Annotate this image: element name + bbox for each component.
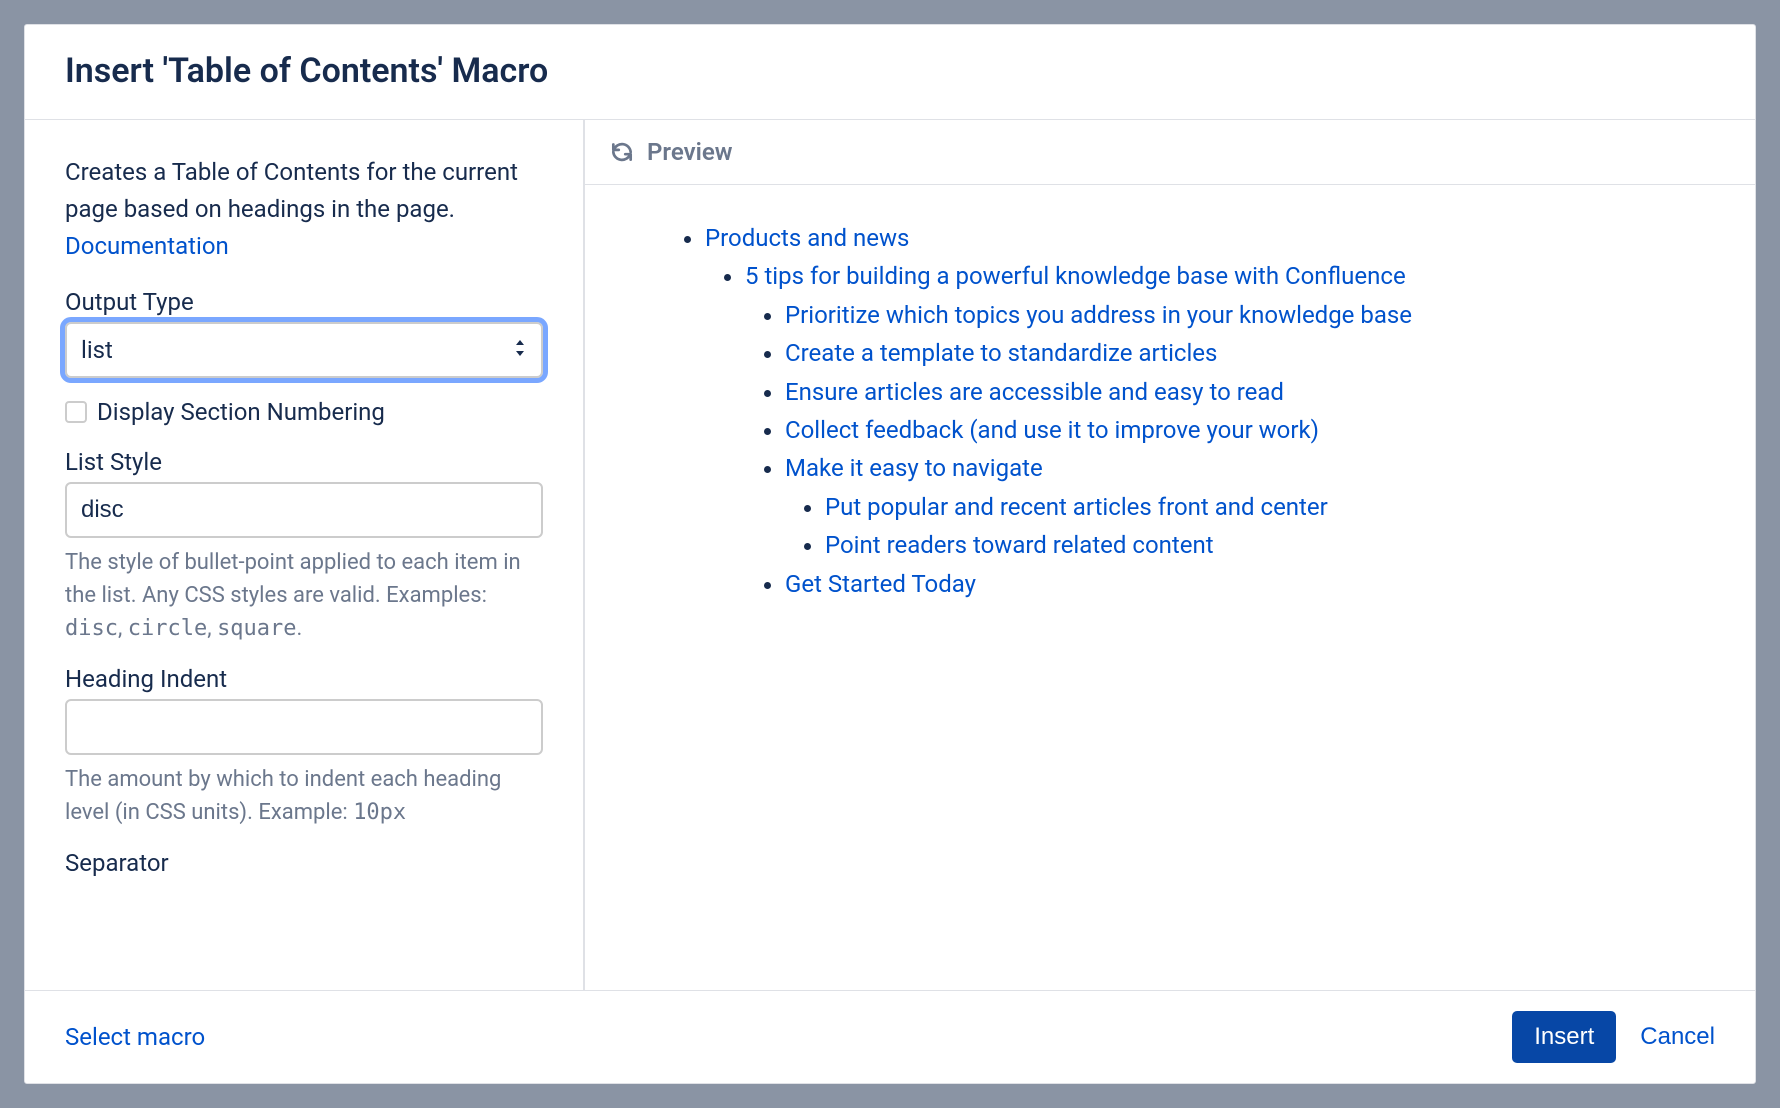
dialog-header: Insert 'Table of Contents' Macro (25, 25, 1755, 120)
list-style-input[interactable] (65, 482, 543, 538)
description-text: Creates a Table of Contents for the curr… (65, 158, 518, 223)
output-type-value: list (81, 336, 113, 364)
output-type-label: Output Type (65, 288, 543, 316)
macro-dialog: Insert 'Table of Contents' Macro Creates… (24, 24, 1756, 1084)
cancel-button[interactable]: Cancel (1640, 1023, 1715, 1051)
toc-item: Ensure articles are accessible and easy … (785, 373, 1731, 411)
toc-link[interactable]: Ensure articles are accessible and easy … (785, 378, 1284, 406)
preview-pane: Preview Products and news 5 tips for bui… (585, 120, 1755, 990)
toc-item: Products and news 5 tips for building a … (705, 219, 1731, 603)
list-style-group: List Style The style of bullet-point app… (65, 448, 543, 645)
config-pane: Creates a Table of Contents for the curr… (25, 120, 585, 990)
preview-content: Products and news 5 tips for building a … (585, 185, 1755, 990)
insert-button[interactable]: Insert (1512, 1011, 1616, 1063)
toc-link[interactable]: 5 tips for building a powerful knowledge… (745, 262, 1406, 290)
dialog-body: Creates a Table of Contents for the curr… (25, 120, 1755, 990)
select-macro-link[interactable]: Select macro (65, 1023, 205, 1051)
preview-header: Preview (585, 120, 1755, 185)
toc-item: Collect feedback (and use it to improve … (785, 411, 1731, 449)
separator-group: Separator (65, 849, 543, 877)
list-style-label: List Style (65, 448, 543, 476)
output-type-group: Output Type list (65, 288, 543, 378)
toc-item: Get Started Today (785, 565, 1731, 603)
toc-link[interactable]: Prioritize which topics you address in y… (785, 301, 1412, 329)
output-type-select-wrapper: list (65, 322, 543, 378)
documentation-link[interactable]: Documentation (65, 232, 229, 260)
toc-item: 5 tips for building a powerful knowledge… (745, 257, 1731, 603)
toc-link[interactable]: Get Started Today (785, 570, 976, 598)
footer-left: Select macro (65, 1023, 205, 1051)
refresh-icon[interactable] (609, 139, 635, 165)
toc-item: Create a template to standardize article… (785, 334, 1731, 372)
toc-link[interactable]: Collect feedback (and use it to improve … (785, 416, 1319, 444)
dialog-footer: Select macro Insert Cancel (25, 990, 1755, 1083)
toc-item: Point readers toward related content (825, 526, 1731, 564)
toc-link[interactable]: Put popular and recent articles front an… (825, 493, 1328, 521)
toc-item: Prioritize which topics you address in y… (785, 296, 1731, 334)
toc-item: Put popular and recent articles front an… (825, 488, 1731, 526)
section-numbering-label: Display Section Numbering (97, 398, 385, 426)
footer-right: Insert Cancel (1512, 1011, 1715, 1063)
list-style-help: The style of bullet-point applied to eac… (65, 546, 543, 645)
section-numbering-checkbox[interactable] (65, 401, 87, 423)
macro-description: Creates a Table of Contents for the curr… (65, 154, 543, 266)
section-numbering-row: Display Section Numbering (65, 398, 543, 426)
toc-link[interactable]: Point readers toward related content (825, 531, 1214, 559)
heading-indent-help: The amount by which to indent each headi… (65, 763, 543, 829)
dialog-title: Insert 'Table of Contents' Macro (65, 51, 1715, 91)
toc-list: Products and news 5 tips for building a … (665, 219, 1731, 603)
toc-link[interactable]: Products and news (705, 224, 909, 252)
heading-indent-input[interactable] (65, 699, 543, 755)
output-type-select[interactable]: list (65, 322, 543, 378)
heading-indent-label: Heading Indent (65, 665, 543, 693)
separator-label: Separator (65, 849, 543, 877)
toc-item: Make it easy to navigate Put popular and… (785, 449, 1731, 564)
preview-header-title: Preview (647, 138, 732, 166)
toc-link[interactable]: Make it easy to navigate (785, 454, 1043, 482)
heading-indent-group: Heading Indent The amount by which to in… (65, 665, 543, 829)
toc-link[interactable]: Create a template to standardize article… (785, 339, 1217, 367)
